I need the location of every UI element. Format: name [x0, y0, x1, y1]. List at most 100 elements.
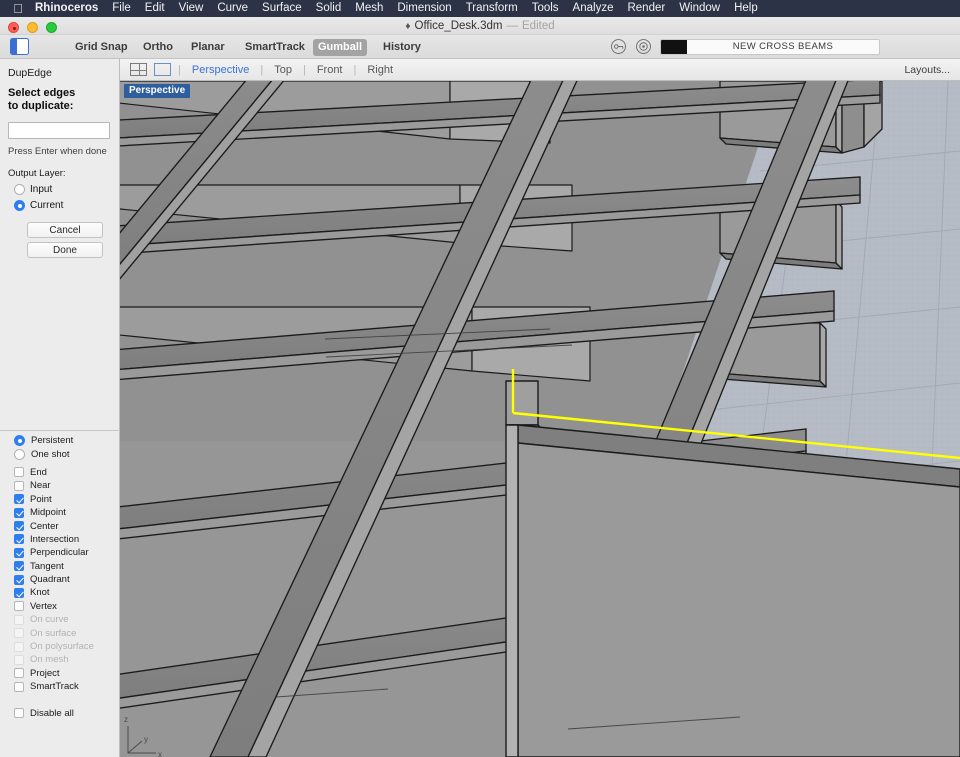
- output-layer-option-input[interactable]: Input: [8, 184, 111, 195]
- single-view-layout-icon[interactable]: [154, 63, 171, 76]
- checkbox-on-curve: [14, 614, 24, 625]
- checkbox-center[interactable]: [14, 521, 24, 532]
- osnap-intersection[interactable]: Intersection: [0, 533, 120, 546]
- tab-perspective[interactable]: Perspective: [188, 64, 253, 76]
- command-prompt-line-2: to duplicate:: [8, 100, 74, 112]
- osnap-vertex[interactable]: Vertex: [0, 600, 120, 613]
- toggle-gumball[interactable]: Gumball: [313, 39, 368, 56]
- menu-item-help[interactable]: Help: [727, 0, 765, 17]
- four-view-layout-icon[interactable]: [129, 62, 148, 77]
- osnap-intersection-label: Intersection: [30, 533, 80, 545]
- output-layer-option-current[interactable]: Current: [8, 200, 111, 211]
- menu-item-mesh[interactable]: Mesh: [348, 0, 390, 17]
- tab-right[interactable]: Right: [363, 64, 397, 76]
- osnap-quadrant[interactable]: Quadrant: [0, 573, 120, 586]
- apple-logo-icon[interactable]: : [8, 2, 28, 15]
- osnap-center[interactable]: Center: [0, 519, 120, 532]
- menu-item-tools[interactable]: Tools: [525, 0, 566, 17]
- sidebar-toggle-icon[interactable]: [10, 38, 29, 55]
- toggle-planar[interactable]: Planar: [186, 39, 230, 56]
- checkbox-knot[interactable]: [14, 587, 24, 598]
- osnap-project-label: Project: [30, 667, 60, 679]
- osnap-on-curve: On curve: [0, 613, 120, 626]
- command-hint-label: Press Enter when done: [8, 146, 107, 157]
- osnap-smarttrack[interactable]: SmartTrack: [0, 680, 120, 693]
- menu-item-surface[interactable]: Surface: [255, 0, 309, 17]
- checkbox-tangent[interactable]: [14, 561, 24, 572]
- checkbox-smarttrack[interactable]: [14, 681, 24, 692]
- checkbox-near[interactable]: [14, 480, 24, 491]
- checkbox-perpendicular[interactable]: [14, 547, 24, 558]
- toggle-grid-snap[interactable]: Grid Snap: [70, 39, 133, 56]
- osnap-point-label: Point: [30, 493, 52, 505]
- tabbar-divider-0: |: [178, 63, 181, 76]
- menu-item-edit[interactable]: Edit: [138, 0, 172, 17]
- toggle-ortho[interactable]: Ortho: [138, 39, 178, 56]
- menu-item-curve[interactable]: Curve: [210, 0, 255, 17]
- checkbox-end[interactable]: [14, 467, 24, 478]
- menu-item-rhinoceros[interactable]: Rhinoceros: [28, 0, 105, 17]
- osnap-end-label: End: [30, 466, 47, 478]
- tab-top[interactable]: Top: [270, 64, 296, 76]
- layer-visibility-icon[interactable]: [635, 38, 652, 55]
- done-button[interactable]: Done: [27, 242, 103, 258]
- tabbar-divider-1: |: [260, 63, 264, 76]
- checkbox-quadrant[interactable]: [14, 574, 24, 585]
- toggle-smarttrack[interactable]: SmartTrack: [240, 39, 310, 56]
- menu-item-transform[interactable]: Transform: [459, 0, 525, 17]
- osnap-disable-all[interactable]: Disable all: [0, 706, 120, 719]
- viewport-3d-scene: [120, 81, 960, 757]
- checkbox-midpoint[interactable]: [14, 507, 24, 518]
- title-bar: ♦ Office_Desk.3dm — Edited: [0, 17, 960, 35]
- osnap-knot[interactable]: Knot: [0, 586, 120, 599]
- command-input[interactable]: [8, 122, 110, 139]
- osnap-tangent[interactable]: Tangent: [0, 560, 120, 573]
- osnap-smarttrack-label: SmartTrack: [30, 681, 79, 693]
- osnap-midpoint[interactable]: Midpoint: [0, 506, 120, 519]
- menu-item-dimension[interactable]: Dimension: [390, 0, 458, 17]
- toggle-history[interactable]: History: [378, 39, 426, 56]
- document-status: Edited: [522, 20, 555, 32]
- radio-current[interactable]: [14, 200, 25, 211]
- menu-item-file[interactable]: File: [105, 0, 138, 17]
- checkbox-point[interactable]: [14, 494, 24, 505]
- osnap-near[interactable]: Near: [0, 479, 120, 492]
- checkbox-on-mesh: [14, 654, 24, 665]
- layer-lock-icon[interactable]: [610, 38, 627, 55]
- osnap-perpendicular[interactable]: Perpendicular: [0, 546, 120, 559]
- tabbar-divider-3: |: [353, 63, 357, 76]
- osnap-mode-persistent[interactable]: Persistent: [0, 434, 120, 447]
- current-layer-field[interactable]: NEW CROSS BEAMS: [660, 38, 880, 55]
- osnap-tangent-label: Tangent: [30, 560, 64, 572]
- osnap-panel: Persistent One shot End Near Point Midpo…: [0, 434, 120, 720]
- cancel-button[interactable]: Cancel: [27, 222, 103, 238]
- viewport-label[interactable]: Perspective: [124, 84, 191, 98]
- cancel-button-row: Cancel: [8, 222, 111, 238]
- radio-persistent[interactable]: [14, 435, 25, 447]
- radio-input[interactable]: [14, 184, 25, 195]
- tab-front[interactable]: Front: [313, 64, 347, 76]
- osnap-end[interactable]: End: [0, 466, 120, 479]
- checkbox-intersection[interactable]: [14, 534, 24, 545]
- menu-item-view[interactable]: View: [172, 0, 211, 17]
- command-options-panel: DupEdge Select edges to duplicate: Press…: [0, 59, 119, 258]
- menu-item-solid[interactable]: Solid: [309, 0, 349, 17]
- menu-item-analyze[interactable]: Analyze: [566, 0, 621, 17]
- checkbox-disable-all[interactable]: [14, 708, 24, 719]
- checkbox-project[interactable]: [14, 668, 24, 679]
- osnap-on-mesh-label: On mesh: [30, 654, 69, 666]
- main-toolbar: Grid Snap Ortho Planar SmartTrack Gumbal…: [0, 35, 960, 59]
- checkbox-vertex[interactable]: [14, 601, 24, 612]
- osnap-point[interactable]: Point: [0, 493, 120, 506]
- layer-color-swatch[interactable]: [661, 39, 687, 54]
- layouts-button[interactable]: Layouts...: [904, 64, 950, 76]
- osnap-on-surface-label: On surface: [30, 627, 77, 639]
- osnap-project[interactable]: Project: [0, 667, 120, 680]
- osnap-center-label: Center: [30, 520, 59, 532]
- osnap-mode-persistent-label: Persistent: [31, 435, 74, 447]
- menu-item-window[interactable]: Window: [672, 0, 727, 17]
- radio-one-shot[interactable]: [14, 448, 25, 460]
- perspective-viewport[interactable]: Perspective z y x: [120, 81, 960, 757]
- osnap-mode-one-shot[interactable]: One shot: [0, 447, 120, 460]
- menu-item-render[interactable]: Render: [620, 0, 672, 17]
